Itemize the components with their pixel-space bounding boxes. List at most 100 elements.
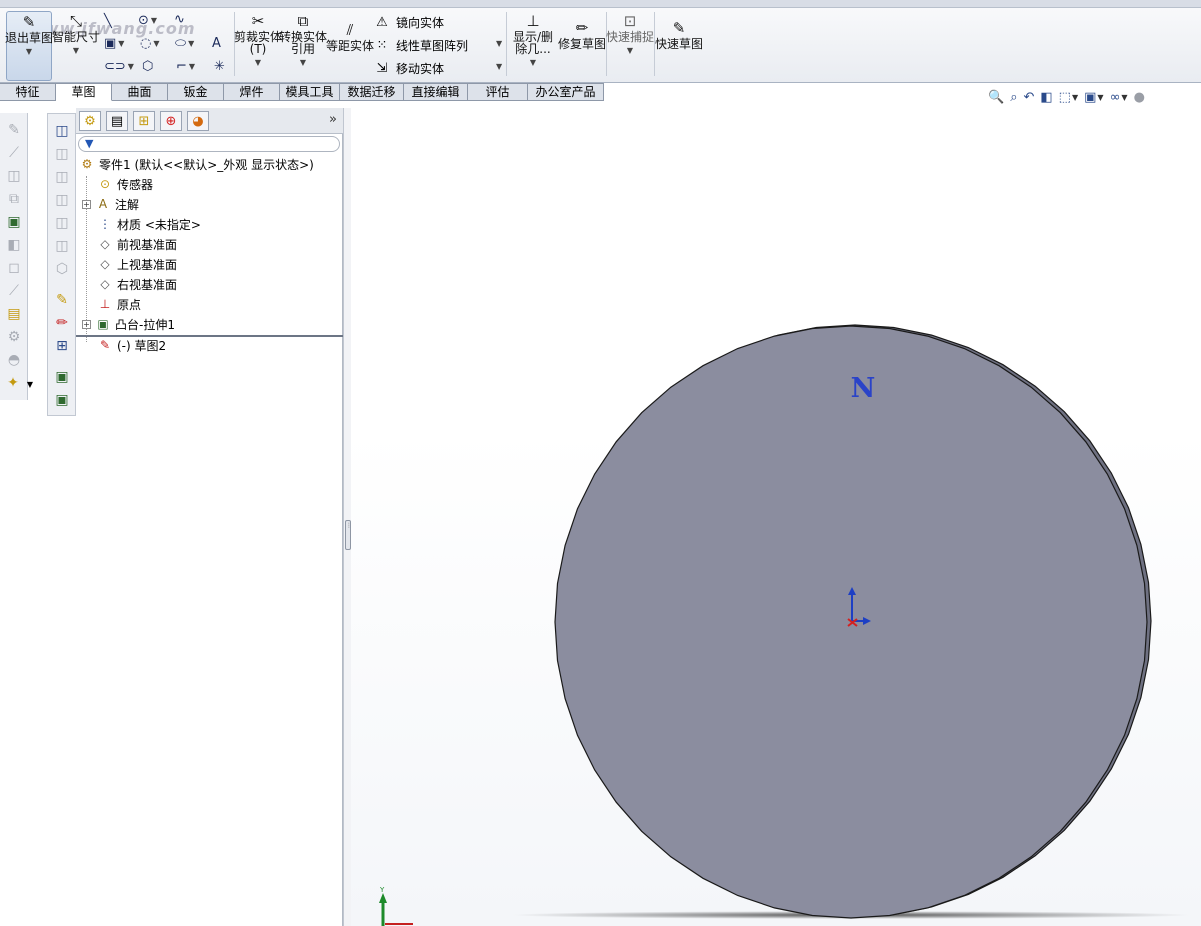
- display-manager-tab-icon[interactable]: ◕: [187, 111, 209, 131]
- spline-tool[interactable]: ∿: [174, 12, 185, 27]
- dropdown-arrow-icon[interactable]: ▼: [255, 57, 261, 69]
- move-entities-button[interactable]: ⇲ 移动实体: [374, 60, 444, 77]
- appearance-icon[interactable]: ●: [1134, 90, 1145, 105]
- configuration-manager-tab-icon[interactable]: ⊞: [133, 111, 155, 131]
- relations-icon[interactable]: ⊞: [53, 337, 71, 355]
- tool-icon-12[interactable]: ✦: [4, 374, 22, 392]
- rectangle-tool[interactable]: ▣ ▼: [104, 36, 124, 51]
- zoom-to-fit-icon[interactable]: 🔍: [988, 90, 1004, 105]
- tab-mold-tools[interactable]: 模具工具: [280, 83, 340, 101]
- view-icon-7[interactable]: ⬡: [53, 260, 71, 278]
- linear-pattern-button[interactable]: ⁙ 线性草图阵列: [374, 37, 468, 54]
- dropdown-arrow-icon[interactable]: ▼: [73, 45, 79, 57]
- fillet-tool[interactable]: ⌐ ▼: [176, 59, 195, 74]
- repair-icon: ✏: [575, 19, 589, 37]
- tool-icon-5[interactable]: ▣: [5, 213, 23, 231]
- view-icon-6[interactable]: ◫: [53, 237, 71, 255]
- quick-snaps-button[interactable]: ⊡ 快速捕捉 ▼: [606, 11, 654, 57]
- polygon-tool[interactable]: ⬡: [142, 59, 153, 74]
- tool-icon-7[interactable]: ◻: [5, 259, 23, 277]
- tool-icon-10[interactable]: ⚙: [5, 328, 23, 346]
- display-delete-relations-button[interactable]: ⊥ 显示/删除几... ▼: [510, 11, 556, 69]
- exit-sketch-label: 退出草图: [5, 31, 54, 45]
- repair-sketch-icon[interactable]: ✏: [53, 314, 71, 332]
- expand-panel-icon[interactable]: »: [329, 112, 337, 127]
- tab-office-products[interactable]: 办公室产品: [528, 83, 604, 101]
- dropdown-arrow-icon[interactable]: ▼: [627, 45, 633, 57]
- chevron-down-icon[interactable]: ▼: [21, 375, 39, 393]
- tab-evaluate[interactable]: 评估: [468, 83, 528, 101]
- repair-sketch-button[interactable]: ✏ 修复草图: [558, 18, 606, 51]
- tool-icon-4[interactable]: ⧉: [5, 190, 23, 208]
- tab-surfaces[interactable]: 曲面: [112, 83, 168, 101]
- tool-icon-3[interactable]: ◫: [5, 167, 23, 185]
- view-icon-2[interactable]: ◫: [53, 145, 71, 163]
- line-tool[interactable]: ╲: [104, 14, 112, 29]
- tree-item-boss-extrude[interactable]: + ▣ 凸台-拉伸1: [82, 315, 175, 333]
- tab-features[interactable]: 特征: [0, 83, 56, 101]
- mirror-entities-button[interactable]: ⚠ 镜向实体: [374, 14, 444, 31]
- dropdown-arrow-icon[interactable]: ▼: [300, 57, 306, 69]
- exit-sketch-button[interactable]: ✎ 退出草图 ▼: [5, 11, 54, 81]
- tab-sketch[interactable]: 草图: [56, 83, 112, 101]
- tool-icon-6[interactable]: ◧: [5, 236, 23, 254]
- rapid-sketch-button[interactable]: ✎ 快速草图: [655, 18, 703, 51]
- heads-up-view-toolbar: 🔍 ⌕ ↶ ◧ ⬚ ▼ ▣ ▼ ∞ ▼ ●: [988, 86, 1145, 108]
- pattern-dropdown[interactable]: ▼: [494, 39, 502, 48]
- dropdown-arrow-icon[interactable]: ▼: [530, 57, 536, 69]
- view-icon-3[interactable]: ◫: [53, 168, 71, 186]
- section-view-icon[interactable]: ◧: [1040, 90, 1052, 105]
- property-manager-tab-icon[interactable]: ▤: [106, 111, 128, 131]
- view-icon-1[interactable]: ◫: [53, 122, 71, 140]
- tool-icon-1[interactable]: ✎: [5, 121, 23, 139]
- smart-dimension-button[interactable]: ⤡ 智能尺寸 ▼: [52, 11, 100, 57]
- arc-tool[interactable]: ◌ ▼: [140, 36, 160, 51]
- graphics-area[interactable]: N Y: [351, 101, 1201, 926]
- ellipse-tool[interactable]: ⬭ ▼: [175, 36, 194, 51]
- sketch-edit-icon[interactable]: ✎: [53, 291, 71, 309]
- tab-weldments[interactable]: 焊件: [224, 83, 280, 101]
- circle-tool[interactable]: ⊙ ▼: [138, 13, 157, 28]
- feature-icon-2[interactable]: ▣: [53, 391, 71, 409]
- tool-icon-9[interactable]: ▤: [5, 305, 23, 323]
- tree-item-annotations[interactable]: + A 注解: [82, 195, 139, 213]
- expand-plus-icon[interactable]: +: [82, 199, 91, 209]
- tree-item-right-plane[interactable]: ◇ 右视基准面: [96, 275, 177, 293]
- zoom-to-area-icon[interactable]: ⌕: [1010, 90, 1017, 105]
- tree-item-origin[interactable]: ⊥ 原点: [96, 295, 141, 313]
- tab-direct-editing[interactable]: 直接编辑: [404, 83, 468, 101]
- feature-icon-1[interactable]: ▣: [53, 368, 71, 386]
- dimxpert-tab-icon[interactable]: ⊕: [160, 111, 182, 131]
- trim-entities-button[interactable]: ✂ 剪裁实体(T) ▼: [234, 11, 282, 69]
- move-dropdown[interactable]: ▼: [494, 62, 502, 71]
- splitter-grip[interactable]: ⋮: [345, 520, 352, 550]
- display-style-icon[interactable]: ▣ ▼: [1084, 90, 1103, 105]
- dropdown-arrow-icon[interactable]: ▼: [26, 46, 32, 58]
- tool-icon-11[interactable]: ◓: [5, 351, 23, 369]
- tool-icon-8[interactable]: ⟋: [5, 282, 23, 300]
- tree-root-part[interactable]: ⚙ 零件1 (默认<<默认>_外观 显示状态>): [78, 155, 314, 173]
- model-viewport[interactable]: N Y: [351, 101, 1201, 926]
- panel-splitter[interactable]: ⋮: [343, 108, 352, 926]
- tool-icon-2[interactable]: ⟋: [5, 144, 23, 162]
- tree-item-sketch2[interactable]: ✎ (-) 草图2: [96, 336, 166, 354]
- convert-entities-button[interactable]: ⧉ 转换实体引用 ▼: [279, 11, 327, 69]
- tree-item-sensors[interactable]: ⊙ 传感器: [96, 175, 153, 193]
- view-icon-5[interactable]: ◫: [53, 214, 71, 232]
- tab-data-migration[interactable]: 数据迁移: [340, 83, 404, 101]
- expand-plus-icon[interactable]: +: [82, 319, 91, 329]
- point-tool[interactable]: ✳: [214, 59, 225, 74]
- tree-item-material[interactable]: ⋮ 材质 <未指定>: [96, 215, 201, 233]
- tree-filter-input[interactable]: ▼: [78, 136, 340, 152]
- previous-view-icon[interactable]: ↶: [1023, 90, 1034, 105]
- view-icon-4[interactable]: ◫: [53, 191, 71, 209]
- tree-item-front-plane[interactable]: ◇ 前视基准面: [96, 235, 177, 253]
- text-tool[interactable]: A: [212, 36, 221, 51]
- offset-entities-button[interactable]: ⫽ 等距实体: [326, 20, 374, 53]
- hide-show-items-icon[interactable]: ∞ ▼: [1110, 90, 1128, 105]
- slot-tool[interactable]: ⊂⊃ ▼: [104, 59, 134, 74]
- tree-item-top-plane[interactable]: ◇ 上视基准面: [96, 255, 177, 273]
- feature-manager-tab-icon[interactable]: ⚙: [79, 111, 101, 131]
- tab-sheet-metal[interactable]: 钣金: [168, 83, 224, 101]
- view-orientation-icon[interactable]: ⬚ ▼: [1059, 90, 1078, 105]
